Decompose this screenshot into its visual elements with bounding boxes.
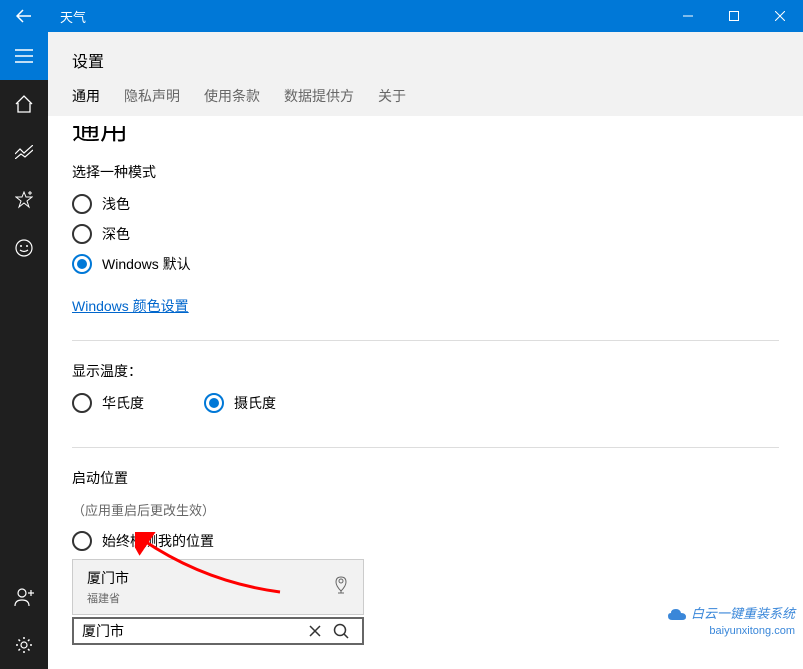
mode-radio-group: 浅色 深色 Windows 默认 (72, 194, 779, 274)
radio-dark-label: 深色 (102, 224, 130, 244)
sidebar-feedback[interactable] (0, 224, 48, 272)
divider (72, 340, 779, 341)
clipped-heading: 通用 (72, 126, 779, 144)
radio-detect-label: 始终检测我的位置 (102, 531, 214, 551)
watermark: 白云一键重装系统 baiyunxitong.com (667, 606, 795, 638)
radio-celsius-label: 摄氏度 (234, 393, 276, 413)
temperature-radio-group: 华氏度 摄氏度 (72, 393, 779, 423)
location-pin-icon (333, 576, 349, 599)
sidebar-settings[interactable] (0, 621, 48, 669)
smiley-icon (15, 239, 33, 257)
radio-fahrenheit[interactable]: 华氏度 (72, 393, 144, 413)
window-controls (665, 0, 803, 32)
temperature-section-title: 显示温度： (72, 361, 779, 381)
tabs: 通用 隐私声明 使用条款 数据提供方 关于 (72, 86, 779, 116)
cloud-icon (667, 608, 687, 622)
search-button[interactable] (328, 623, 354, 639)
back-button[interactable] (0, 0, 48, 32)
sidebar (0, 32, 48, 669)
mode-section-title: 选择一种模式 (72, 162, 779, 182)
watermark-url: baiyunxitong.com (709, 625, 795, 637)
tab-privacy[interactable]: 隐私声明 (124, 86, 180, 116)
radio-light[interactable]: 浅色 (72, 194, 779, 214)
tab-terms[interactable]: 使用条款 (204, 86, 260, 116)
radio-dark[interactable]: 深色 (72, 224, 779, 244)
minimize-icon (683, 11, 693, 21)
trends-icon (15, 145, 33, 159)
close-icon (309, 625, 321, 637)
app-title: 天气 (48, 7, 665, 26)
arrow-left-icon (16, 8, 32, 24)
watermark-text: 白云一键重装系统 (691, 606, 795, 621)
settings-body: 通用 选择一种模式 浅色 深色 Windows 默认 Windows 颜色设置 (48, 116, 803, 669)
search-icon (333, 623, 349, 639)
maximize-button[interactable] (711, 0, 757, 32)
location-search-input[interactable] (82, 623, 302, 639)
tab-data-provider[interactable]: 数据提供方 (284, 86, 354, 116)
close-button[interactable] (757, 0, 803, 32)
radio-light-label: 浅色 (102, 194, 130, 214)
maximize-icon (729, 11, 739, 21)
radio-default-label: Windows 默认 (102, 254, 191, 274)
radio-windows-default[interactable]: Windows 默认 (72, 254, 779, 274)
tab-about[interactable]: 关于 (378, 86, 406, 116)
star-plus-icon (15, 191, 33, 209)
settings-header: 设置 通用 隐私声明 使用条款 数据提供方 关于 (48, 32, 803, 116)
tab-general[interactable]: 通用 (72, 86, 100, 116)
suggestion-city: 厦门市 (87, 568, 333, 588)
sidebar-trends[interactable] (0, 128, 48, 176)
content-area: 设置 通用 隐私声明 使用条款 数据提供方 关于 通用 选择一种模式 浅色 深色 (48, 32, 803, 669)
titlebar: 天气 (0, 0, 803, 32)
clear-button[interactable] (302, 625, 328, 637)
location-section-subtitle: （应用重启后更改生效） (72, 500, 779, 519)
sidebar-home[interactable] (0, 80, 48, 128)
radio-celsius[interactable]: 摄氏度 (204, 393, 276, 413)
page-title: 设置 (72, 48, 779, 72)
person-plus-icon (14, 587, 34, 607)
minimize-button[interactable] (665, 0, 711, 32)
home-icon (15, 95, 33, 113)
sidebar-hamburger[interactable] (0, 32, 48, 80)
location-suggestion[interactable]: 厦门市 福建省 (72, 559, 364, 615)
color-settings-link[interactable]: Windows 颜色设置 (72, 296, 189, 316)
sidebar-favorites[interactable] (0, 176, 48, 224)
location-search-box (72, 617, 364, 645)
hamburger-icon (15, 49, 33, 63)
divider (72, 447, 779, 448)
gear-icon (15, 636, 33, 654)
radio-fahrenheit-label: 华氏度 (102, 393, 144, 413)
location-section-title: 启动位置 (72, 468, 779, 488)
radio-detect-location[interactable]: 始终检测我的位置 (72, 531, 779, 551)
close-icon (775, 11, 785, 21)
suggestion-province: 福建省 (87, 590, 333, 606)
sidebar-account[interactable] (0, 573, 48, 621)
